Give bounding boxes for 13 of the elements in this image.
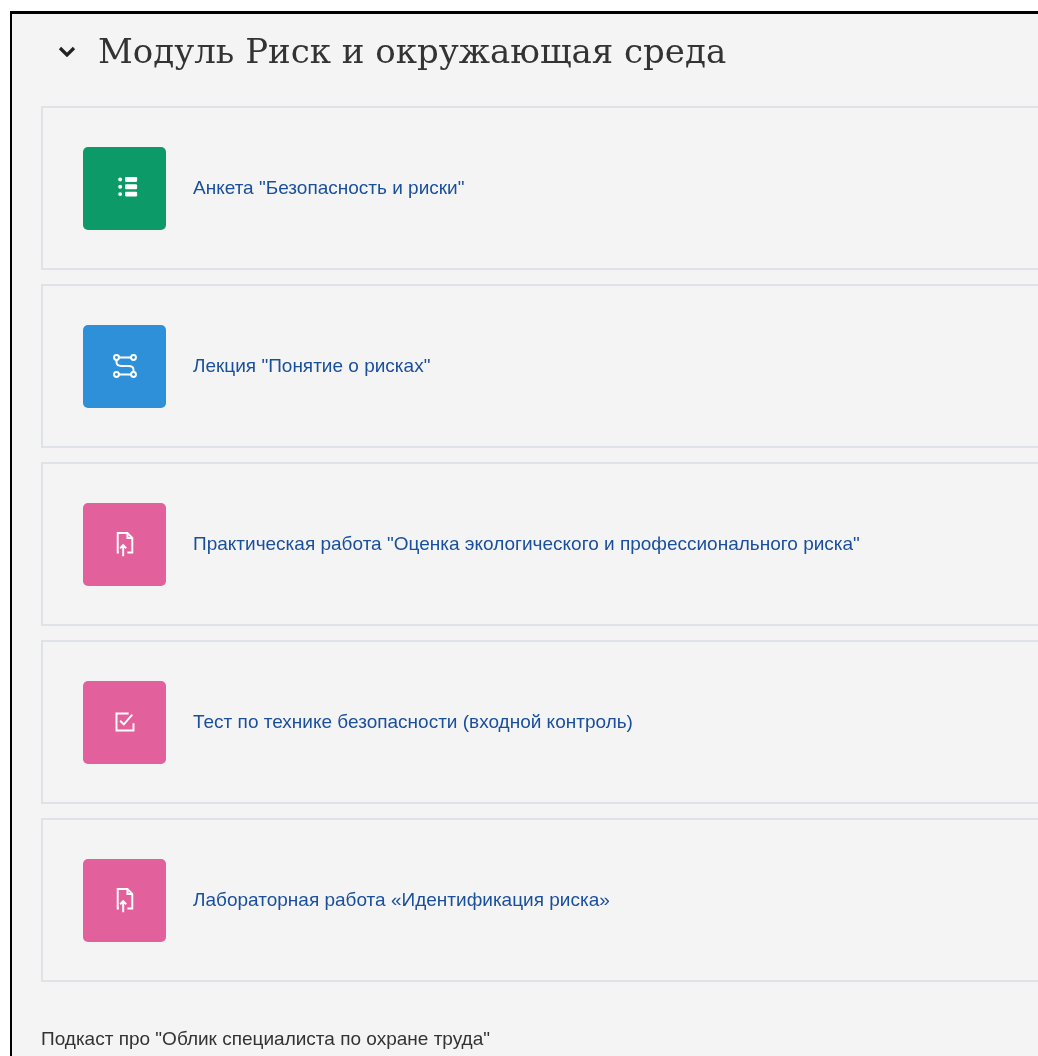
activity-link[interactable]: Тест по технике безопасности (входной контроль) (193, 711, 633, 733)
activity-link[interactable]: Анкета "Безопасность и риски" (193, 177, 465, 199)
activity-link[interactable]: Лабораторная работа «Идентификация риска» (193, 889, 610, 911)
list-icon (83, 146, 166, 230)
section-title: Модуль Риск и окружающая среда (98, 31, 727, 71)
file-upload-icon (83, 502, 166, 586)
podcast-text: Подкаст про "Облик специалиста по охране труда" (41, 1028, 491, 1050)
activity-link[interactable]: Лекция "Понятие о рисках" (193, 355, 431, 377)
checkbox-icon (83, 680, 166, 764)
activity-link[interactable]: Практическая работа "Оценка экологического и профессионального риска" (193, 533, 860, 555)
path-icon (83, 324, 166, 408)
chevron-icon[interactable] (58, 45, 76, 57)
file-upload-icon (83, 858, 166, 942)
